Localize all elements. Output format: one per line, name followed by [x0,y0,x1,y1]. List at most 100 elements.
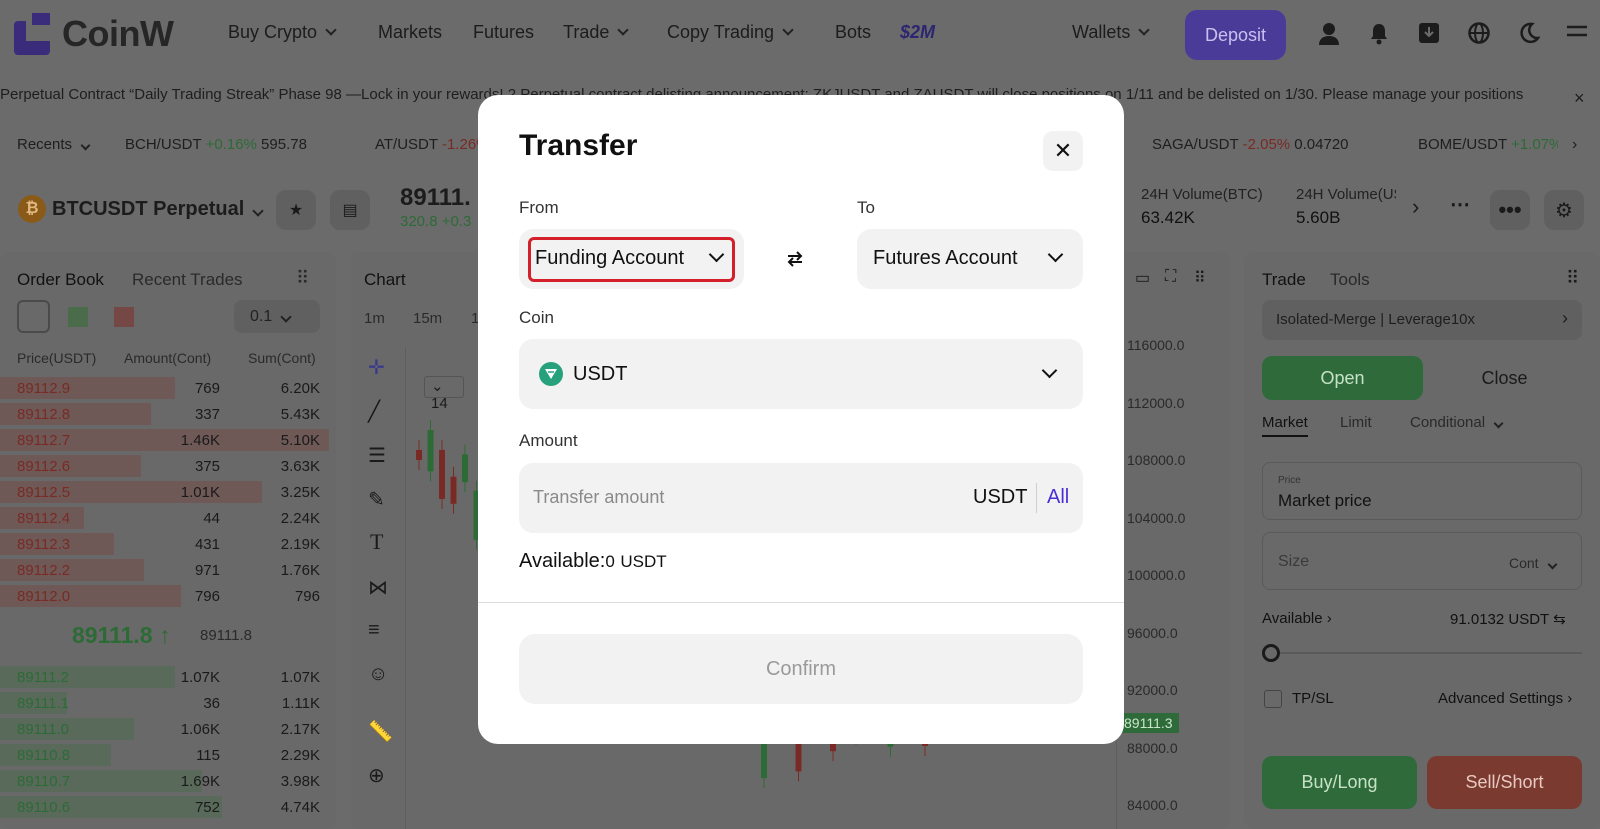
size-field[interactable]: Size Cont [1262,532,1582,590]
drag-handle-icon[interactable]: ⠿ [1566,268,1579,289]
tab-recent-trades[interactable]: Recent Trades [132,270,243,290]
to-account-select[interactable]: Futures Account [857,229,1083,289]
layout-icon[interactable]: ▭ [1135,268,1150,288]
order-book-row[interactable]: 89112.3 431 2.19K [0,532,336,556]
order-book-row[interactable]: 89112.6 375 3.63K [0,454,336,478]
interval-15m[interactable]: 15m [413,310,442,327]
tab-trade[interactable]: Trade [1262,270,1306,290]
order-book-row[interactable]: 89112.0 796 796 [0,584,336,608]
nav-trade[interactable]: Trade [563,22,630,43]
moon-icon[interactable] [1516,22,1542,48]
swap-icon[interactable] [786,250,804,273]
interval-1m[interactable]: 1m [364,310,385,327]
fullscreen-icon[interactable]: ⛶ [1165,268,1176,286]
chevron-right-icon[interactable]: › [1412,194,1419,220]
ticker-item[interactable]: BOME/USDT +1.07% [1418,136,1558,153]
order-book-row[interactable]: 89112.7 1.46K 5.10K [0,428,336,452]
user-icon[interactable] [1316,22,1342,48]
brush-icon[interactable]: ✎ [368,487,385,512]
open-tab-button[interactable]: Open [1262,356,1423,400]
close-tab-button[interactable]: Close [1424,356,1585,400]
size-unit-select[interactable]: Cont [1509,555,1558,571]
order-book-row[interactable]: 89111.1 36 1.11K [0,691,336,715]
transfer-icon[interactable]: ⇆ [1553,611,1566,628]
nav-buy-crypto[interactable]: Buy Crypto [228,22,337,43]
crosshair-icon[interactable]: ✛ [368,355,385,380]
deposit-button[interactable]: Deposit [1185,10,1286,60]
nav-markets[interactable]: Markets [378,22,442,43]
download-icon[interactable] [1416,22,1442,48]
close-icon[interactable]: ✕ [1043,131,1083,171]
sell-short-button[interactable]: Sell/Short [1427,756,1582,809]
order-type-conditional[interactable]: Conditional [1410,414,1504,431]
gear-icon[interactable]: ⚙ [1544,190,1584,230]
announcement-close-icon[interactable]: × [1574,88,1585,109]
row-amount: 752 [194,799,220,816]
order-book-row[interactable]: 89112.8 337 5.43K [0,402,336,426]
amount-input[interactable]: Transfer amount USDT All [519,463,1083,533]
favorite-star-icon[interactable]: ★ [276,190,316,230]
order-book-row[interactable]: 89110.8 115 2.29K [0,743,336,767]
nav-futures[interactable]: Futures [473,22,534,43]
emoji-icon[interactable]: ☺ [368,663,388,686]
order-book-row[interactable]: 89112.9 769 6.20K [0,376,336,400]
nav-wallets[interactable]: Wallets [1072,22,1151,43]
order-book-row[interactable]: 89111.2 1.07K 1.07K [0,665,336,689]
ticker-item[interactable]: BCH/USDT +0.16% 595.78 [125,136,307,153]
order-book-row[interactable]: 89112.5 1.01K 3.25K [0,480,336,504]
tab-order-book[interactable]: Order Book [17,270,104,290]
globe-icon[interactable] [1466,22,1492,48]
volume-usdt-label: 24H Volume(US [1296,186,1396,203]
book-view-both-icon[interactable] [17,300,50,333]
advanced-settings-link[interactable]: Advanced Settings › [1438,690,1572,707]
all-button[interactable]: All [1047,486,1069,509]
chevron-down-icon [80,140,91,151]
bell-icon[interactable] [1366,22,1392,48]
ticker-item[interactable]: AT/USDT -1.26% [375,136,490,153]
amount-label: Amount [519,431,578,450]
more-icon[interactable]: ⋯ [1450,192,1470,217]
tpsl-checkbox[interactable] [1264,690,1282,708]
coin-select[interactable]: USDT [519,339,1083,409]
available-label[interactable]: Available › [1262,610,1332,627]
precision-select[interactable]: 0.1 [234,300,320,333]
recents-dropdown[interactable]: Recents [17,136,91,153]
indicator-dropdown[interactable]: ⌄ 14 [424,376,464,412]
more-options-icon[interactable]: ••• [1490,190,1530,230]
zoom-in-icon[interactable]: ⊕ [368,763,385,788]
confirm-button[interactable]: Confirm [519,634,1083,704]
order-book-row[interactable]: 89112.4 44 2.24K [0,506,336,530]
pair-selector[interactable]: BTCUSDT Perpetual [52,198,264,221]
nav-copy-trading[interactable]: Copy Trading [667,22,794,43]
order-book-row[interactable]: 89112.2 971 1.76K [0,558,336,582]
order-book-row[interactable]: 89110.6 752 4.74K [0,795,336,819]
trend-line-icon[interactable]: ╱ [368,399,380,424]
margin-mode-selector[interactable]: Isolated-Merge | Leverage10x › [1262,300,1582,340]
menu-icon[interactable] [1564,22,1590,48]
order-type-limit[interactable]: Limit [1340,414,1372,431]
ticker-next-icon[interactable]: › [1572,136,1577,154]
book-view-bids-icon[interactable] [68,307,88,327]
nav-2m-promo[interactable]: $2M [900,22,935,43]
leverage-slider[interactable] [1262,652,1582,654]
book-view-asks-icon[interactable] [114,307,134,327]
drag-handle-icon[interactable]: ⠿ [1194,268,1206,288]
settings-lines-icon[interactable]: ≡ [368,619,380,642]
price-field[interactable]: Price Market price [1262,462,1582,520]
drag-handle-icon[interactable]: ⠿ [296,268,309,289]
volume-btc-label: 24H Volume(BTC) [1141,186,1263,203]
ticker-item[interactable]: SAGA/USDT -2.05% 0.04720 [1152,136,1349,153]
order-book-row[interactable]: 89111.0 1.06K 2.17K [0,717,336,741]
document-icon[interactable]: ▤ [330,190,370,230]
coinw-logo[interactable]: CoinW [14,13,174,55]
text-tool-icon[interactable]: T [370,529,383,555]
order-book-row[interactable]: 89110.7 1.69K 3.98K [0,769,336,793]
ruler-icon[interactable]: 📏 [368,719,393,744]
slider-handle[interactable] [1262,644,1280,662]
tab-tools[interactable]: Tools [1330,270,1370,290]
horizontal-lines-icon[interactable]: ☰ [368,443,386,468]
pattern-icon[interactable]: ⋈ [368,575,388,600]
nav-bots[interactable]: Bots [835,22,871,43]
order-type-market[interactable]: Market [1262,414,1308,437]
buy-long-button[interactable]: Buy/Long [1262,756,1417,809]
